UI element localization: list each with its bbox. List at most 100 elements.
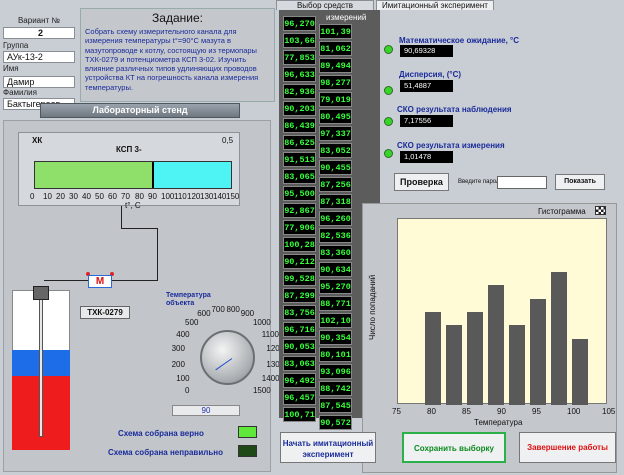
xk-label: ХК — [32, 136, 43, 145]
measurement-cell: 96,716 — [283, 322, 316, 337]
measurement-cell: 83,065 — [283, 169, 316, 184]
histogram-xtick: 100 — [567, 407, 581, 416]
measurement-cell: 82,536 — [319, 228, 352, 243]
measurement-cell: 102,10 — [319, 313, 352, 328]
dispersion-led — [384, 86, 393, 95]
histogram-xlabel: Температура — [474, 418, 523, 427]
mean-led — [384, 45, 393, 54]
sko-meas-label: СКО результата измерения — [397, 141, 505, 150]
probe-head — [33, 286, 49, 300]
bar-tick-label: 0 — [30, 192, 35, 201]
bar-unit: t°, С — [125, 201, 141, 210]
measurement-cell: 86,439 — [283, 118, 316, 133]
tab-select-instruments[interactable]: Выбор средств измерения — [276, 0, 374, 20]
thermocouple-label: ТХК-0279 — [80, 306, 130, 319]
temperature-bar — [34, 161, 232, 189]
measurement-cell: 93,096 — [319, 364, 352, 379]
measurement-cell: 86,625 — [283, 135, 316, 150]
name-field[interactable]: Дамир — [3, 76, 75, 88]
variant-label: Вариант № — [17, 16, 61, 25]
histogram-xtick: 90 — [497, 407, 506, 416]
task-panel: Задание: Собрать схему измерительного ка… — [80, 8, 275, 102]
measurement-cell: 83,756 — [283, 305, 316, 320]
start-experiment-button[interactable]: Начать имитационный эксперимент — [280, 432, 376, 463]
measurement-cell: 77,853 — [283, 50, 316, 65]
tab-simulation[interactable]: Имитационный эксперимент — [376, 0, 494, 10]
task-title: Задание: — [152, 11, 203, 25]
measurement-cell: 80,495 — [319, 109, 352, 124]
measurement-cell: 82,936 — [283, 84, 316, 99]
knob-tick-label: 800 — [226, 304, 240, 314]
sko-obs-led — [384, 117, 393, 126]
histogram-bar — [446, 325, 462, 405]
thermocouple-probe — [39, 297, 43, 437]
show-button[interactable]: Показать — [555, 174, 605, 190]
knob-tick-label: 1500 — [252, 385, 271, 395]
password-input[interactable] — [497, 176, 547, 189]
bar-tick-label: 110 — [174, 192, 187, 201]
knob-tick-label: 0 — [185, 385, 190, 395]
histogram-palette-icon[interactable] — [595, 206, 606, 215]
bar-tick-label: 20 — [56, 192, 65, 201]
measurement-cell: 87,545 — [319, 398, 352, 413]
measurement-cell: 95,270 — [319, 279, 352, 294]
bar-tick-label: 60 — [108, 192, 117, 201]
name-label: Имя — [3, 64, 19, 73]
measurement-cell: 100,71 — [283, 407, 316, 422]
group-label: Группа — [3, 41, 29, 50]
temperature-knob[interactable] — [200, 330, 255, 385]
knob-tick-label: 400 — [176, 330, 190, 340]
measurement-cell: 87,318 — [319, 194, 352, 209]
measurement-cell: 83,063 — [283, 356, 316, 371]
knob-tick-label: 600 — [197, 309, 211, 319]
task-text: Собрать схему измерительного канала для … — [85, 27, 259, 92]
knob-tick-label: 1100 — [261, 330, 279, 340]
check-button[interactable]: Проверка — [394, 173, 449, 191]
sko-meas-value: 1,01478 — [400, 151, 453, 163]
bar-pointer — [152, 162, 154, 188]
m-terminal-box[interactable]: М — [88, 275, 112, 288]
measurement-cell: 92,867 — [283, 203, 316, 218]
knob-tick-label: 1400 — [261, 373, 280, 383]
finish-button[interactable]: Завершение работы — [519, 432, 616, 463]
dispersion-label: Дисперсия, (°С) — [399, 70, 462, 79]
histogram-xtick: 85 — [462, 407, 471, 416]
measurement-cell: 96,270 — [283, 16, 316, 31]
knob-tick-label: 300 — [171, 344, 185, 354]
histogram-xtick: 80 — [427, 407, 436, 416]
lab-stand-title: Лабораторный стенд — [40, 103, 240, 118]
bar-empty — [153, 162, 231, 188]
measurement-cell: 96,633 — [283, 67, 316, 82]
histogram-bar — [530, 298, 546, 405]
group-field[interactable]: АУк-13-2 — [3, 51, 75, 63]
measurement-cell: 101,39 — [319, 24, 352, 39]
measurement-cell: 77,906 — [283, 220, 316, 235]
variant-field[interactable]: 2 — [3, 27, 75, 39]
bar-tick-label: 80 — [135, 192, 144, 201]
measurement-cell: 96,260 — [319, 211, 352, 226]
knob-tick-label: 900 — [240, 309, 255, 319]
password-label: Введите пароль — [458, 179, 503, 185]
bar-tick-label: 150 — [226, 192, 240, 201]
measurement-cell: 90,634 — [319, 262, 352, 277]
knob-tick-label: 500 — [185, 318, 199, 328]
bar-tick-label: 50 — [95, 192, 104, 201]
schema-bad-led — [238, 445, 257, 457]
measurement-cell: 90,572 — [319, 415, 352, 430]
knob-pointer — [215, 358, 233, 371]
bar-tick-label: 30 — [69, 192, 78, 201]
measurement-cell: 83,052 — [319, 143, 352, 158]
measurement-cell: 99,528 — [283, 271, 316, 286]
save-sample-button[interactable]: Сохранить выборку — [402, 432, 506, 463]
measurement-cell: 80,101 — [319, 347, 352, 362]
measurement-cell: 83,360 — [319, 245, 352, 260]
sko-meas-led — [384, 149, 393, 158]
histogram-xtick: 95 — [532, 407, 541, 416]
measurement-cell: 95,500 — [283, 186, 316, 201]
measurement-cell: 96,492 — [283, 373, 316, 388]
measurement-cell: 90,053 — [283, 339, 316, 354]
accuracy-label: 0,5 — [222, 136, 234, 145]
bar-fill — [35, 162, 153, 188]
sko-obs-value: 7,17556 — [400, 115, 453, 127]
bar-tick-label: 120 — [187, 192, 201, 201]
